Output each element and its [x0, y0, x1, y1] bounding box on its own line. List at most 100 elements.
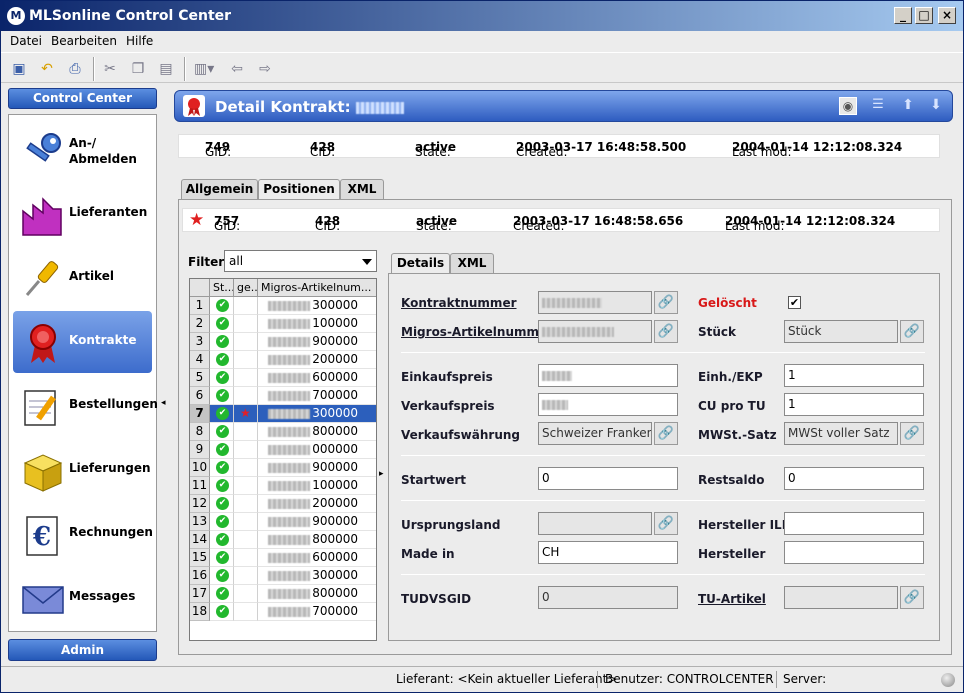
link-icon[interactable]: 🔗 [654, 422, 678, 445]
hersteller-field[interactable] [784, 541, 924, 564]
link-icon[interactable]: 🔗 [654, 320, 678, 343]
menu-edit[interactable]: Bearbeiten [51, 34, 117, 48]
verkaufswaehrung-field[interactable]: Schweizer Franken [538, 422, 652, 445]
tab-details[interactable]: Details [391, 253, 450, 274]
maximize-button[interactable]: □ [915, 7, 933, 24]
table-row[interactable]: 13 ✔ 900000 [190, 513, 376, 531]
tab-positionen[interactable]: Positionen [258, 179, 340, 200]
tab-allgemein[interactable]: Allgemein [181, 179, 258, 199]
col-status[interactable]: St... [210, 279, 234, 297]
mwst-field[interactable]: MWSt voller Satz [784, 422, 898, 445]
table-row[interactable]: 7 ✔ ★ 300000 [190, 405, 376, 423]
row-number: 6 [190, 387, 210, 405]
made-in-field[interactable]: CH [538, 541, 678, 564]
stueck-field[interactable]: Stück [784, 320, 898, 343]
einh-ekp-field[interactable]: 1 [784, 364, 924, 387]
migros-artikelnummer-label[interactable]: Migros-Artikelnummer [401, 325, 553, 339]
menu-file[interactable]: Datei [10, 34, 42, 48]
verkaufspreis-field[interactable] [538, 393, 678, 416]
table-row[interactable]: 8 ✔ 800000 [190, 423, 376, 441]
admin-button[interactable]: Admin [8, 639, 157, 661]
tab-xml[interactable]: XML [340, 179, 384, 199]
splitter-handle[interactable]: ▸ [379, 469, 384, 479]
table-row[interactable]: 4 ✔ 200000 [190, 351, 376, 369]
tu-artikel-field[interactable] [784, 586, 898, 609]
tudvsgid-field[interactable]: 0 [538, 586, 678, 609]
table-row[interactable]: 3 ✔ 900000 [190, 333, 376, 351]
table-row[interactable]: 6 ✔ 700000 [190, 387, 376, 405]
sidebar-item-kontrakte[interactable]: Kontrakte [13, 311, 152, 373]
cut-icon[interactable]: ✂ [100, 59, 120, 79]
link-icon[interactable]: 🔗 [654, 291, 678, 314]
back-icon[interactable]: ⇦ [227, 59, 247, 79]
geloescht-checkbox[interactable]: ✔ [788, 296, 801, 309]
table-row[interactable]: 11 ✔ 100000 [190, 477, 376, 495]
arrow-down-icon[interactable]: ⬇ [927, 97, 945, 115]
status-cell: ✔ [210, 315, 234, 333]
deleted-cell [234, 369, 258, 387]
artikelnummer-cell: 600000 [258, 549, 376, 567]
control-center-header[interactable]: Control Center [8, 88, 157, 109]
table-row[interactable]: 12 ✔ 200000 [190, 495, 376, 513]
status-cell: ✔ [210, 369, 234, 387]
tab-detail-xml[interactable]: XML [450, 253, 494, 273]
migros-artikelnummer-field[interactable] [538, 320, 652, 343]
table-row[interactable]: 5 ✔ 600000 [190, 369, 376, 387]
ursprungsland-field[interactable] [538, 512, 652, 535]
deleted-cell [234, 315, 258, 333]
table-row[interactable]: 9 ✔ 000000 [190, 441, 376, 459]
kontraktnummer-label[interactable]: Kontraktnummer [401, 296, 517, 310]
menu-help[interactable]: Hilfe [126, 34, 153, 48]
filter-select[interactable]: all [224, 250, 377, 272]
forward-icon[interactable]: ⇨ [255, 59, 275, 79]
einkaufspreis-field[interactable] [538, 364, 678, 387]
minimize-button[interactable]: _ [894, 7, 912, 24]
link-icon[interactable]: 🔗 [654, 512, 678, 535]
table-row[interactable]: 16 ✔ 300000 [190, 567, 376, 585]
col-artikelnummer[interactable]: Migros-Artikelnum... [258, 279, 376, 297]
link-icon[interactable]: 🔗 [900, 422, 924, 445]
sidebar-item-artikel[interactable]: Artikel [13, 247, 152, 309]
link-icon[interactable]: 🔗 [900, 320, 924, 343]
sidebar-item-anmelden[interactable]: An-/ Abmelden [13, 119, 152, 181]
table-row[interactable]: 10 ✔ 900000 [190, 459, 376, 477]
table-row[interactable]: 14 ✔ 800000 [190, 531, 376, 549]
print-icon[interactable]: ⎙ [65, 59, 85, 79]
restsaldo-field[interactable]: 0 [784, 467, 924, 490]
sidebar-item-bestellungen[interactable]: Bestellungen [13, 375, 158, 437]
check-icon: ✔ [216, 551, 229, 564]
sidebar-item-lieferanten[interactable]: Lieferanten [13, 183, 152, 245]
kontraktnummer-field[interactable] [538, 291, 652, 314]
paste-icon[interactable]: ▤ [156, 59, 176, 79]
divider [401, 352, 925, 353]
sidebar-item-messages[interactable]: Messages [13, 567, 152, 629]
sidebar-item-rechnungen[interactable]: € Rechnungen [13, 503, 153, 565]
tu-artikel-label[interactable]: TU-Artikel [698, 592, 766, 606]
close-button[interactable]: × [938, 7, 956, 24]
arrow-up-icon[interactable]: ⬆ [899, 97, 917, 115]
copy-icon[interactable]: ❐ [128, 59, 148, 79]
startwert-field[interactable]: 0 [538, 467, 678, 490]
detail-header: Detail Kontrakt: ◉ ☰ ⬆ ⬇ [174, 90, 953, 122]
deleted-cell [234, 423, 258, 441]
artikelnummer-cell: 300000 [258, 405, 376, 423]
record-icon[interactable]: ◉ [839, 97, 857, 115]
table-row[interactable]: 1 ✔ 300000 [190, 297, 376, 315]
table-row[interactable]: 15 ✔ 600000 [190, 549, 376, 567]
check-icon: ✔ [216, 533, 229, 546]
undo-icon[interactable]: ↶ [37, 59, 57, 79]
table-row[interactable]: 18 ✔ 700000 [190, 603, 376, 621]
sidebar-item-label: Lieferanten [69, 205, 148, 219]
table-row[interactable]: 17 ✔ 800000 [190, 585, 376, 603]
link-icon[interactable]: 🔗 [900, 586, 924, 609]
col-geloescht[interactable]: ge... [234, 279, 258, 297]
cu-pro-tu-field[interactable]: 1 [784, 393, 924, 416]
hersteller-iln-field[interactable] [784, 512, 924, 535]
splitter-handle[interactable]: ◂ [160, 86, 170, 664]
list-icon[interactable]: ☰ [869, 97, 887, 115]
table-row[interactable]: 2 ✔ 100000 [190, 315, 376, 333]
bookmark-menu-icon[interactable]: ▥▾ [194, 59, 214, 79]
sidebar-item-lieferungen[interactable]: Lieferungen [13, 439, 152, 501]
screwdriver-icon [25, 261, 59, 296]
save-icon[interactable]: ▣ [9, 59, 29, 79]
